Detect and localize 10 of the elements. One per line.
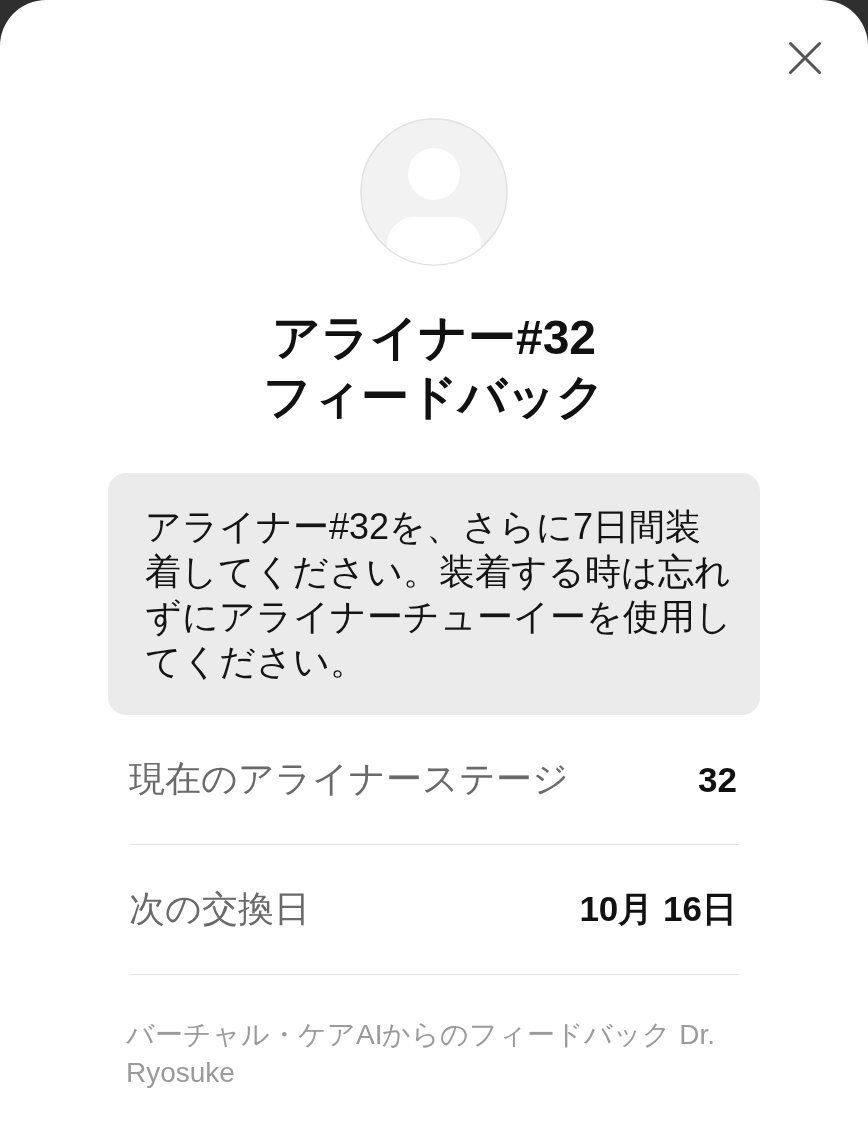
close-button[interactable] [788,41,822,75]
avatar-icon [360,118,508,266]
footer-note: バーチャル・ケアAIからのフィードバック Dr. Ryosuke [126,1018,716,1090]
detail-label: 現在のアライナーステージ [129,757,569,801]
message-text: アライナー#32を、さらに7日間装着してください。装着する時は忘れずにアライナーチューイーを使用してください。 [145,505,732,684]
sheet-title: アライナー#32 フィードバック [263,310,605,425]
detail-label: 次の交換日 [129,887,310,931]
close-icon [788,41,822,75]
detail-value: 10月 16日 [579,888,737,930]
detail-value: 32 [698,759,737,800]
